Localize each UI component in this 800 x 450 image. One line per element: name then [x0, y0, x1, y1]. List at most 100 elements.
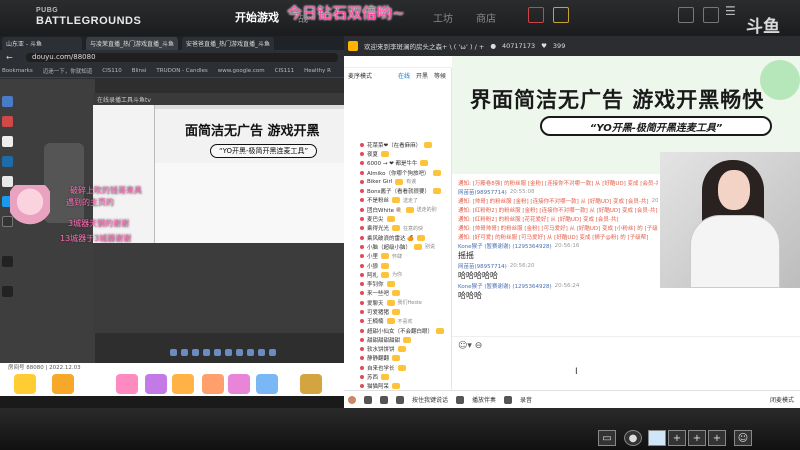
start-game-button[interactable]: 开始游戏 — [228, 3, 286, 31]
tab-waiting[interactable]: 等候 — [434, 71, 446, 80]
emoji-icon[interactable]: ☺▾ ⊖ — [458, 341, 482, 351]
menu-icon[interactable]: ☰ — [725, 4, 741, 20]
tab-kaihei[interactable]: 开黑 — [416, 71, 428, 80]
level-badge-icon — [392, 197, 401, 204]
mute-mode[interactable]: 闭麦模式 — [770, 395, 794, 404]
chat-hud-icon[interactable]: ▭ — [598, 430, 616, 446]
tab-3[interactable]: 安爸爸直播_热门游戏直播_斗鱼 — [182, 37, 274, 50]
member-row[interactable]: Biker Girl 有诶 — [360, 177, 452, 186]
member-row[interactable]: 超甜小仙女（不会翻白眼） — [360, 326, 452, 335]
system-notice: 通知: [帅哥] 的粉丝服 [金粉] [连接你不对哪一款] 从 [好酷UD] 变… — [458, 196, 658, 205]
member-row[interactable]: 爱聊天 我们Heste — [360, 298, 452, 307]
push-to-talk[interactable]: 按住我键说话 — [412, 395, 448, 404]
member-row[interactable]: 甜甜甜甜甜甜 — [360, 335, 452, 344]
message-header: Kone猴子 (暂赛谢谢) (1295364928) 20:56:24 — [458, 281, 658, 290]
tab-2[interactable]: 与凌茉直播_热门游戏直播_斗鱼 — [86, 37, 178, 50]
member-row[interactable]: 花菜菜❤（在看麻麻） — [360, 140, 452, 149]
record-icon[interactable] — [504, 395, 513, 404]
member-row[interactable]: 可爱猪猪 — [360, 307, 452, 316]
settings-icon[interactable] — [396, 395, 404, 404]
squad-slot-3[interactable]: + — [688, 430, 706, 446]
member-row[interactable]: 乘得光光 在意的快 — [360, 224, 452, 233]
member-row[interactable]: 阿札 为你 — [360, 270, 452, 279]
member-row[interactable]: 王楠楠 不喜欢 — [360, 317, 452, 326]
tab-1[interactable]: 山东亚 - 斗鱼 — [2, 37, 82, 50]
level-badge-icon — [417, 234, 426, 241]
globe-hud-icon[interactable]: ● — [624, 430, 642, 446]
member-name: 苏西 — [367, 375, 379, 382]
system-notice: 通知: [红粉粉2] 的粉丝服 [花花爱好] 从 [好酷UD] 变成 [会员-共… — [458, 214, 658, 223]
mic-status-icon — [360, 189, 364, 194]
message-body: Kone猴子 (暂赛谢谢) (1295364928) — [458, 243, 552, 250]
music-icon[interactable] — [456, 395, 465, 404]
member-row[interactable]: 乘风破浪的雷达 🍊 — [360, 233, 452, 242]
gift-item-1[interactable] — [14, 374, 36, 394]
mail-icon[interactable] — [703, 7, 719, 23]
gift-item-7[interactable] — [228, 374, 250, 394]
bookmark-item[interactable]: Healthy R — [304, 68, 331, 74]
member-row[interactable]: 6000 → ❤ 都是牛牛 — [360, 159, 452, 168]
address-bar[interactable]: douyu.com/88080 — [26, 53, 338, 62]
member-row[interactable]: 不是粉丝 送走了 — [360, 196, 452, 205]
member-row[interactable]: 小里 怀肆 — [360, 252, 452, 261]
squad-slot-4[interactable]: + — [708, 430, 726, 446]
alert-icon[interactable] — [528, 7, 544, 23]
member-name: 小狼 — [367, 263, 379, 270]
friends-hud-icon[interactable]: ☺ — [734, 430, 752, 446]
member-row[interactable]: 软水饼饼饼 — [360, 345, 452, 354]
viewers-icon: ● — [490, 42, 496, 50]
coin-icon[interactable] — [553, 7, 569, 23]
member-row[interactable]: Almiko（你哪个狗旅吧） — [360, 168, 452, 177]
nav-store[interactable]: 商店 — [476, 10, 496, 25]
back-icon[interactable]: ← — [6, 53, 13, 62]
member-tag: 在意的快 — [403, 225, 424, 232]
user-avatar-icon[interactable] — [348, 395, 356, 404]
message-timestamp: 20:56:16 — [554, 242, 580, 249]
bookmark-item[interactable]: www.google.com — [218, 68, 265, 74]
bookmark-item[interactable]: Blinsi — [132, 68, 147, 74]
member-row[interactable]: 小脑（超级小脑） 别说 — [360, 242, 452, 251]
mic-icon[interactable] — [364, 395, 372, 404]
bookmark-item[interactable]: CIS111 — [275, 68, 294, 74]
member-row[interactable]: 麦巴尖 — [360, 214, 452, 223]
message-body: 通知: [帅哥帅哥] 的粉丝服 [金粉] [可马爱好] 从 [好酷UD] 变成 … — [458, 225, 658, 232]
nav-truncated[interactable]: 战 — [298, 10, 308, 25]
member-row[interactable]: 李钊你 — [360, 279, 452, 288]
sidebar-mode[interactable]: 麦序模式 — [348, 71, 372, 80]
bookmark-item[interactable]: Bookmarks — [2, 68, 33, 74]
member-row[interactable]: Bons酱子（看看就很要） — [360, 186, 452, 195]
inner-banner-sub: “YO开黑-极简开黑连麦工具” — [210, 144, 318, 158]
squad-slot-1[interactable] — [648, 430, 666, 446]
message-timestamp: 20:55:36 — [651, 197, 658, 204]
gift-item-5[interactable] — [172, 374, 194, 394]
member-row[interactable]: 来一些吧 — [360, 289, 452, 298]
speaker-icon[interactable] — [380, 395, 388, 404]
member-row[interactable]: 静静翻翻 — [360, 354, 452, 363]
tab-online[interactable]: 在线 — [398, 71, 410, 80]
nav-workshop[interactable]: 工坊 — [433, 10, 453, 25]
gift-item-6[interactable] — [202, 374, 224, 394]
message-input[interactable] — [452, 336, 800, 398]
play-accompaniment[interactable]: 播放伴奏 — [472, 395, 496, 404]
mic-status-icon — [360, 347, 364, 352]
level-badge-icon — [386, 318, 395, 325]
gift-item-3[interactable] — [116, 374, 138, 394]
gift-item-9[interactable] — [300, 374, 322, 394]
bookmark-item[interactable]: TRUDON - Candles — [156, 68, 207, 74]
system-notice: 通知: [好可爱] 的粉丝服 [可马爱好] 从 [好酷UD] 变成 [狮子@粉]… — [458, 232, 658, 241]
member-row[interactable]: 夜夏 — [360, 149, 452, 158]
gift-item-2[interactable] — [52, 374, 74, 394]
desktop-icon — [2, 156, 13, 167]
member-row[interactable]: 团白White 🍭 送走的别 — [360, 205, 452, 214]
level-badge-icon — [392, 225, 401, 232]
bookmark-item[interactable]: CIS110 — [102, 68, 121, 74]
member-row[interactable]: 小狼 — [360, 261, 452, 270]
gift-item-8[interactable] — [256, 374, 278, 394]
squad-slot-2[interactable]: + — [668, 430, 686, 446]
member-row[interactable]: 自来也学长 — [360, 363, 452, 372]
gift-icon[interactable] — [678, 7, 694, 23]
gift-item-4[interactable] — [145, 374, 167, 394]
bookmark-item[interactable]: 迈迷一下，你就知道 — [43, 67, 93, 75]
member-row[interactable]: 苏西 — [360, 372, 452, 381]
record-button[interactable]: 录音 — [520, 395, 532, 404]
